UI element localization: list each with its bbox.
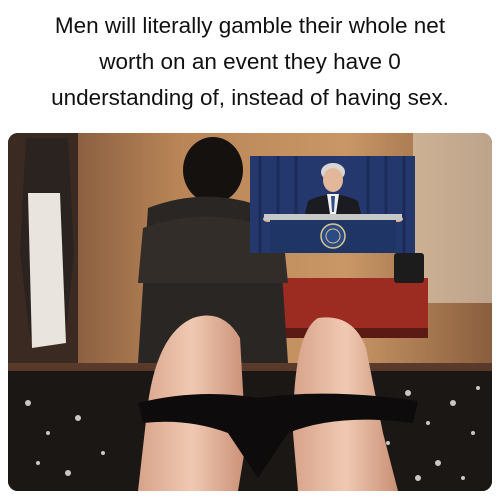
hanging-shirt	[28, 193, 66, 348]
podium-top	[264, 214, 402, 220]
meme-caption: Men will literally gamble their whole ne…	[0, 8, 500, 116]
speaker-face	[323, 168, 343, 192]
caption-line-3: understanding of, instead of having sex.	[51, 85, 449, 110]
speaker	[394, 253, 424, 283]
meme-image: Men will literally gamble their whole ne…	[0, 0, 500, 500]
caption-line-1: Men will literally gamble their whole ne…	[54, 13, 446, 38]
caption-line-2: worth on an event they have 0	[99, 49, 401, 74]
inset-photo	[250, 156, 415, 253]
person-head	[183, 137, 243, 203]
window-light	[413, 133, 492, 303]
podium-seal	[320, 223, 346, 249]
